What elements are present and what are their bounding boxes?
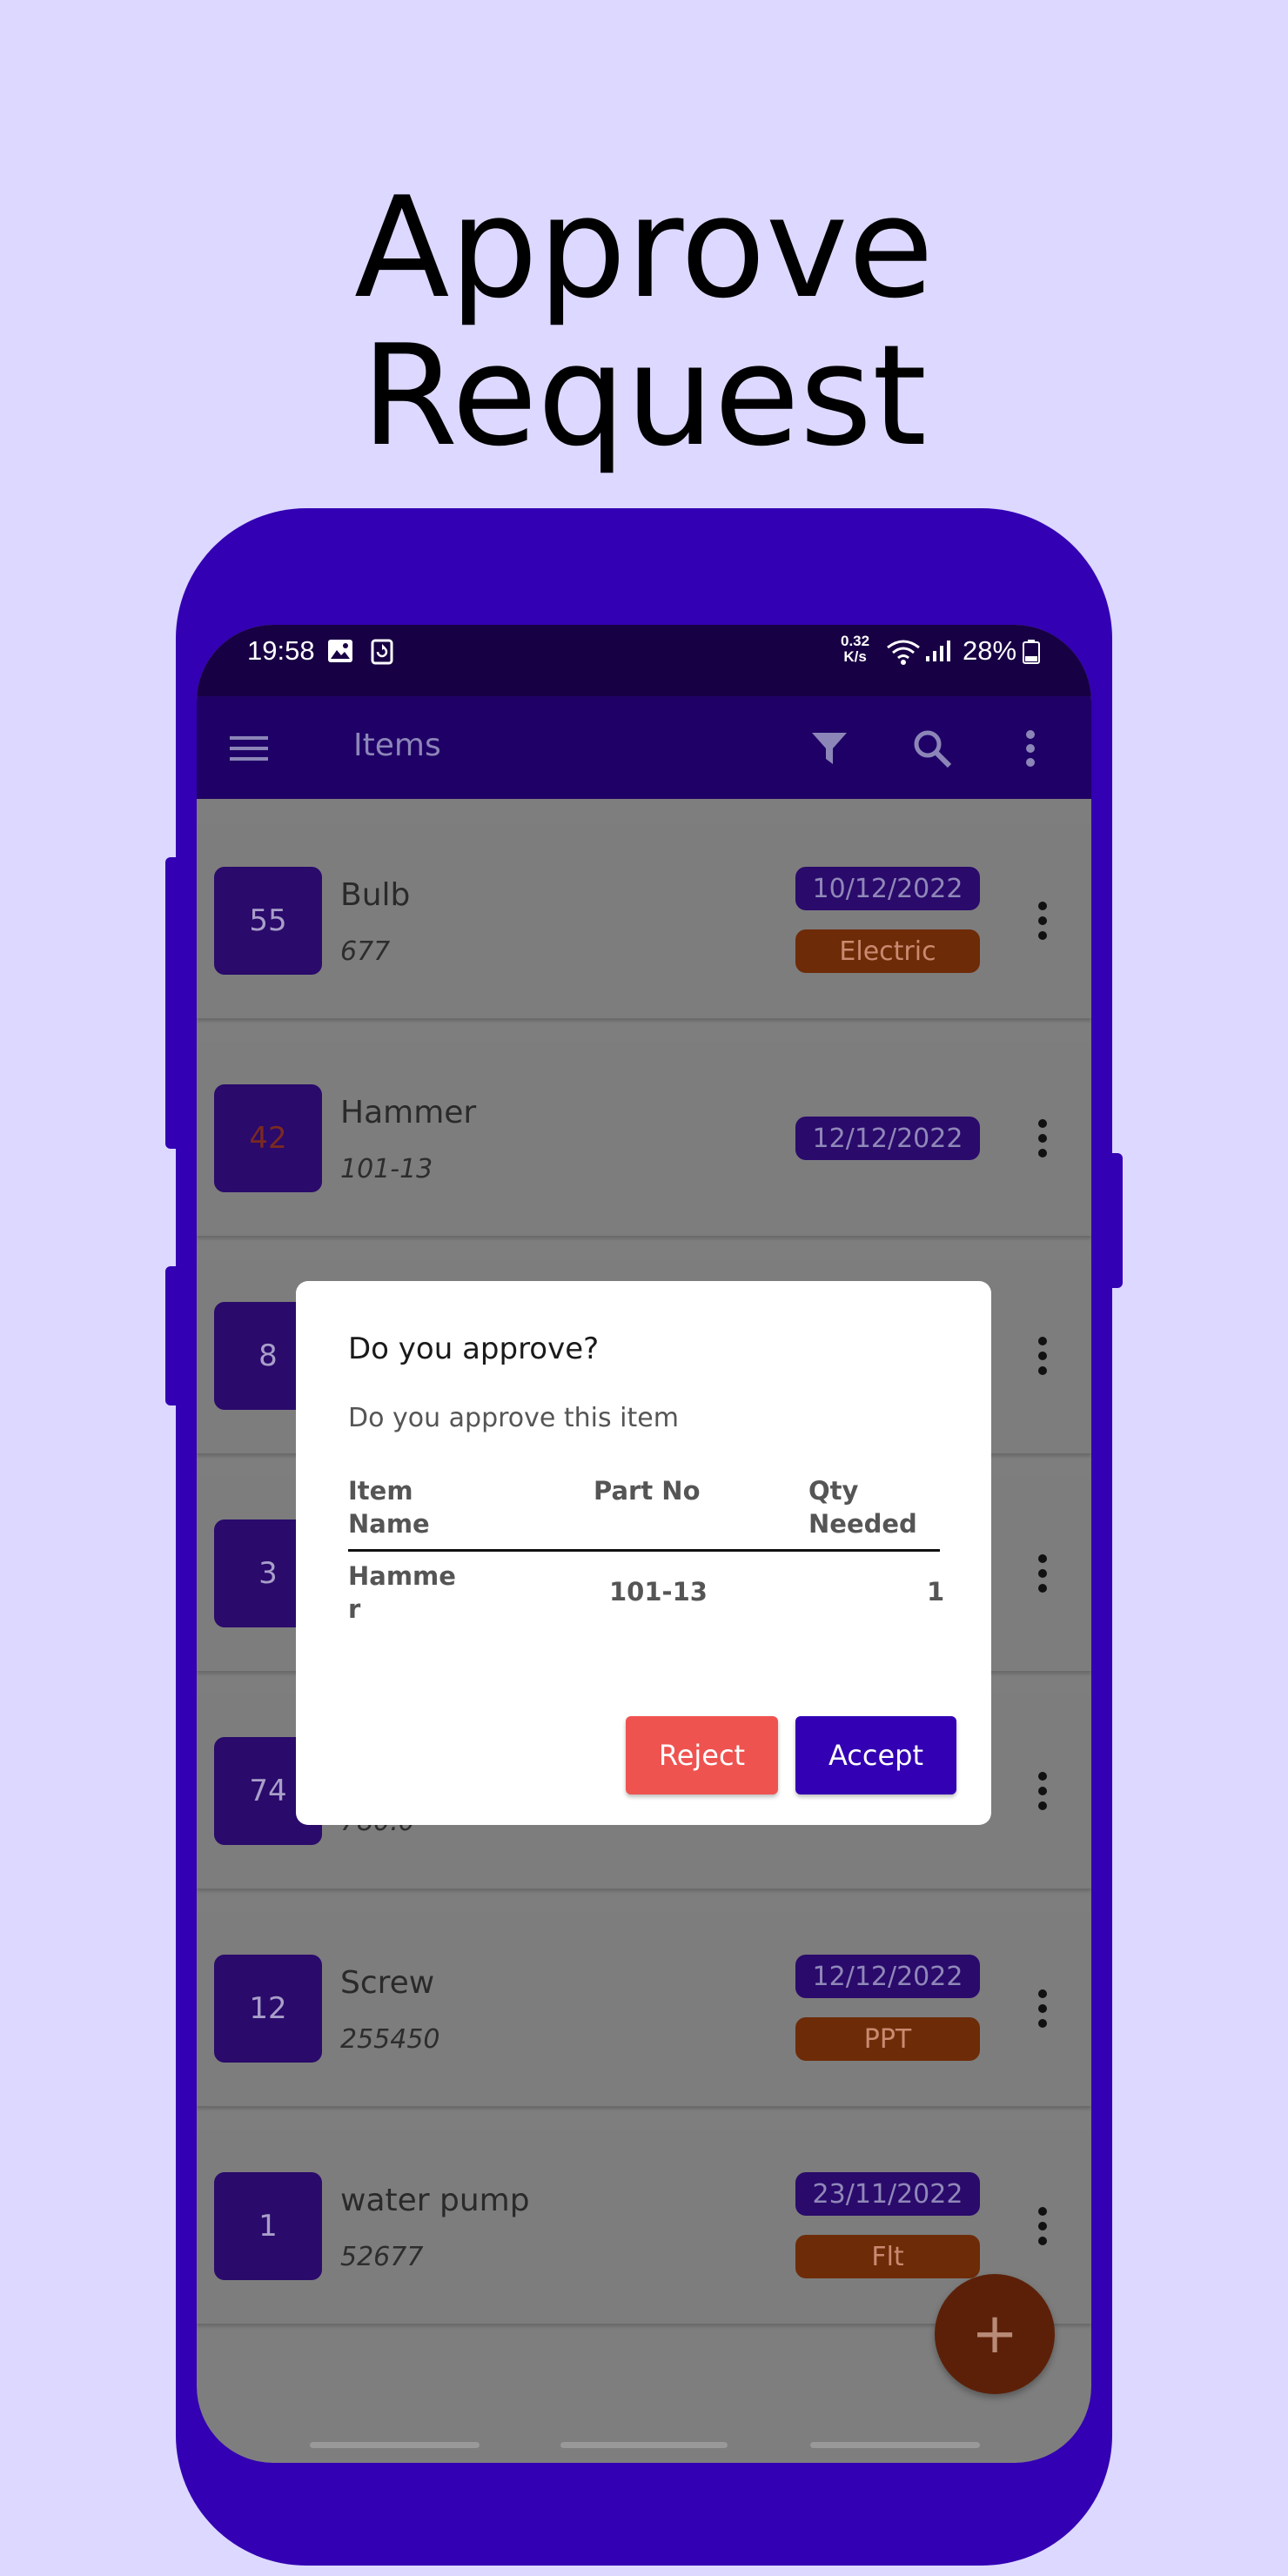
header-text: Name [348, 1509, 430, 1539]
cell-text: Hamme [348, 1561, 456, 1591]
hero-title: Approve Request [0, 174, 1288, 470]
category-badge: PPT [795, 2017, 980, 2061]
header-text: Needed [808, 1509, 917, 1539]
network-speed-value: 0.32 [841, 633, 870, 649]
hero-title-line2: Request [361, 314, 927, 477]
date-badge: 10/12/2022 [795, 867, 980, 910]
item-menu-icon[interactable] [1025, 1547, 1060, 1600]
qty-box: 1 [214, 2172, 322, 2280]
search-icon[interactable] [906, 722, 958, 775]
status-time: 19:58 [247, 635, 315, 666]
item-menu-icon[interactable] [1025, 1112, 1060, 1164]
reject-button[interactable]: Reject [626, 1716, 778, 1794]
hero-title-line1: Approve [354, 166, 934, 329]
cell-item-name: Hamme r [348, 1560, 456, 1626]
item-menu-icon[interactable] [1025, 1982, 1060, 2035]
cell-qty: 1 [927, 1577, 945, 1607]
network-speed-unit: K/s [843, 648, 867, 665]
item-part-no: 677 [340, 936, 391, 967]
sync-icon [369, 639, 395, 665]
dialog-message: Do you approve this item [348, 1403, 679, 1433]
accept-button[interactable]: Accept [795, 1716, 956, 1794]
category-badge: Flt [795, 2235, 980, 2278]
item-name: Screw [340, 1965, 435, 2001]
date-badge: 23/11/2022 [795, 2172, 980, 2216]
item-menu-icon[interactable] [1025, 2200, 1060, 2252]
qty-box: 12 [214, 1955, 322, 2063]
battery-icon [1022, 639, 1041, 664]
item-menu-icon[interactable] [1025, 1330, 1060, 1382]
header-text: Item [348, 1476, 413, 1506]
signal-icon [924, 639, 952, 663]
page-title: Items [353, 728, 441, 763]
qty-box: 55 [214, 867, 322, 975]
nav-hint-bar [560, 2442, 728, 2448]
item-name: water pump [340, 2183, 530, 2218]
item-menu-icon[interactable] [1025, 895, 1060, 947]
category-badge: Electric [795, 929, 980, 973]
network-speed: 0.32 K/s [841, 634, 869, 665]
app-bar: Items [197, 696, 1091, 799]
gallery-icon [327, 639, 353, 663]
qty-box: 42 [214, 1084, 322, 1192]
add-item-button[interactable]: + [935, 2274, 1055, 2394]
item-name: Bulb [340, 877, 411, 913]
cell-text: r [348, 1594, 361, 1624]
item-part-no: 255450 [340, 2024, 440, 2055]
nav-hint-bar [310, 2442, 480, 2448]
more-vert-icon[interactable] [1004, 722, 1057, 775]
approve-dialog: Do you approve? Do you approve this item… [296, 1281, 991, 1825]
header-text: Qty [808, 1476, 859, 1506]
column-header-item-name: Item Name [348, 1474, 430, 1540]
wifi-icon [886, 639, 921, 665]
list-item[interactable]: 55 Bulb 677 10/12/2022 Electric [197, 825, 1091, 1018]
dialog-title: Do you approve? [348, 1332, 600, 1366]
cell-part-no: 101-13 [609, 1577, 708, 1607]
item-part-no: 101-13 [340, 1154, 433, 1184]
hamburger-icon[interactable] [223, 722, 275, 775]
date-badge: 12/12/2022 [795, 1117, 980, 1160]
item-name: Hammer [340, 1095, 477, 1130]
column-header-part-no: Part No [594, 1476, 701, 1506]
list-item[interactable]: 12 Screw 255450 12/12/2022 PPT [197, 1913, 1091, 2106]
item-part-no: 52677 [340, 2242, 424, 2272]
item-menu-icon[interactable] [1025, 1765, 1060, 1817]
battery-percent: 28% [963, 635, 1017, 666]
column-header-qty: Qty Needed [808, 1474, 917, 1540]
list-item[interactable]: 42 Hammer 101-13 12/12/2022 [197, 1043, 1091, 1236]
date-badge: 12/12/2022 [795, 1955, 980, 1998]
nav-hint-bar [810, 2442, 980, 2448]
filter-icon[interactable] [803, 722, 855, 775]
status-bar: 19:58 0.32 K/s 28% [197, 625, 1091, 696]
table-header-divider [348, 1549, 940, 1552]
